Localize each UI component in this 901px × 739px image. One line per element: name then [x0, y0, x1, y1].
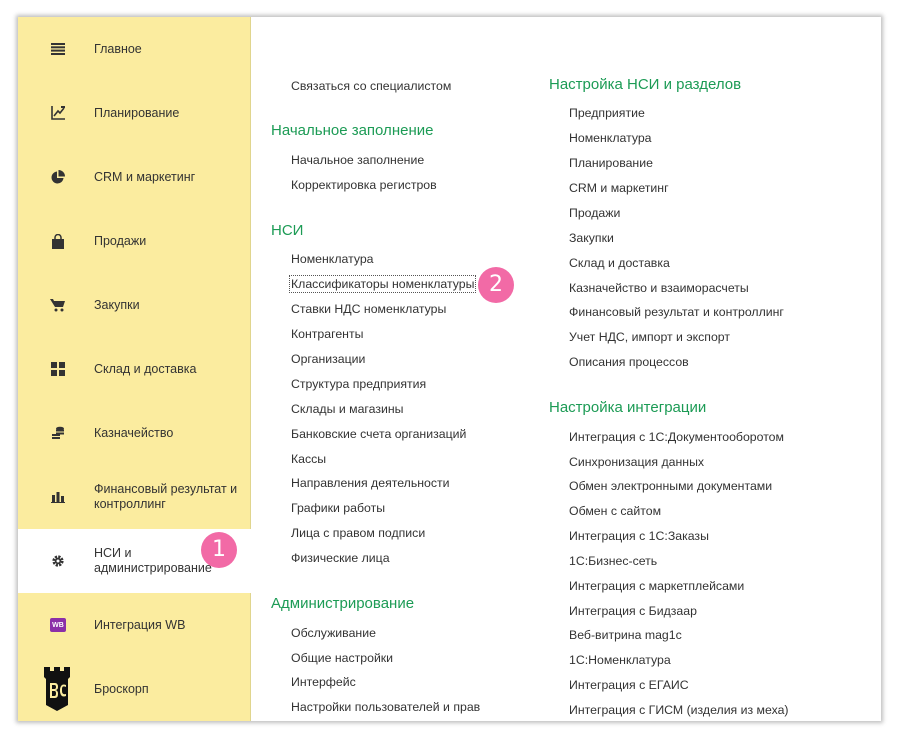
planning-chart-icon: [50, 105, 66, 121]
link-item[interactable]: Интеграция с 1С:Документооборотом: [569, 430, 784, 444]
link-item[interactable]: Направления деятельности: [291, 476, 450, 490]
sidebar-item-broscorp[interactable]: Броскорп: [18, 657, 250, 721]
link-item[interactable]: Казначейство и взаиморасчеты: [569, 281, 749, 295]
link-item[interactable]: Интеграция с ГИСМ (изделия из меха): [569, 703, 789, 717]
wb-logo-text: WB: [52, 621, 64, 629]
link-item[interactable]: Общие настройки: [291, 651, 393, 665]
link-item[interactable]: Обмен с сайтом: [569, 504, 661, 518]
link-item[interactable]: Корректировка регистров: [291, 178, 437, 192]
sidebar-item-warehouse[interactable]: Склад и доставка: [18, 337, 250, 401]
sidebar-item-label: CRM и маркетинг: [94, 169, 196, 184]
sidebar-item-label: Броскорп: [94, 681, 149, 696]
link-item[interactable]: Банковские счета организаций: [291, 427, 466, 441]
sidebar-item-label: Главное: [94, 41, 142, 56]
link-item[interactable]: Закупки: [569, 231, 614, 245]
menu-lines-icon: [50, 41, 66, 57]
link-item[interactable]: Организации: [291, 352, 365, 366]
section-title-nsi: НСИ: [271, 222, 304, 239]
main-content: Связаться со специалистом Начальное запо…: [251, 17, 881, 721]
shopping-bag-icon: [50, 233, 66, 249]
link-item[interactable]: Номенклатура: [291, 252, 374, 266]
link-item[interactable]: Продажи: [569, 206, 620, 220]
sidebar: Главное Планирование CRM и маркетинг Про…: [18, 17, 252, 721]
link-item[interactable]: Номенклатура: [569, 131, 652, 145]
section-title-initial-fill: Начальное заполнение: [271, 122, 434, 139]
sidebar-item-integration-wb[interactable]: WB Интеграция WB: [18, 593, 250, 657]
sidebar-item-sales[interactable]: Продажи: [18, 209, 250, 273]
link-item[interactable]: Описания процессов: [569, 355, 689, 369]
sidebar-item-label: Интеграция WB: [94, 617, 186, 632]
link-item[interactable]: Склады и магазины: [291, 402, 403, 416]
link-item[interactable]: Кассы: [291, 452, 326, 466]
link-item[interactable]: Синхронизация данных: [569, 455, 704, 469]
link-item[interactable]: Планирование: [569, 156, 653, 170]
link-item[interactable]: Физические лица: [291, 551, 390, 565]
wb-logo-icon: WB: [50, 618, 66, 632]
link-item[interactable]: Лица с правом подписи: [291, 526, 425, 540]
cart-icon: [50, 297, 66, 313]
link-item[interactable]: CRM и маркетинг: [569, 181, 669, 195]
link-item[interactable]: Обслуживание: [291, 626, 376, 640]
step-badge-1: 1: [201, 532, 237, 568]
sidebar-item-treasury[interactable]: Казначейство: [18, 401, 250, 465]
warehouse-grid-icon: [50, 361, 66, 377]
bar-chart-icon: [50, 489, 66, 505]
link-item[interactable]: Настройки пользователей и прав: [291, 700, 480, 714]
sidebar-item-label: Казначейство: [94, 425, 174, 440]
sidebar-item-financial-result[interactable]: Финансовый результат и контроллинг: [18, 465, 250, 529]
pie-chart-icon: [50, 169, 66, 185]
sidebar-item-label: Закупки: [94, 297, 140, 312]
link-item[interactable]: Веб-витрина mag1c: [569, 628, 682, 642]
section-title-integration-settings: Настройка интеграции: [549, 399, 707, 416]
link-item[interactable]: Графики работы: [291, 501, 385, 515]
link-item[interactable]: Структура предприятия: [291, 377, 426, 391]
link-item[interactable]: Интеграция с ЕГАИС: [569, 678, 689, 692]
coins-icon: [50, 425, 66, 441]
link-item[interactable]: Обмен электронными документами: [569, 479, 772, 493]
sidebar-item-main[interactable]: Главное: [18, 17, 250, 81]
sidebar-item-label: Склад и доставка: [94, 361, 197, 376]
link-item[interactable]: 1С:Номенклатура: [569, 653, 671, 667]
link-contact-specialist[interactable]: Связаться со специалистом: [291, 79, 451, 93]
sidebar-item-label: Продажи: [94, 233, 147, 248]
link-item[interactable]: Интеграция с 1С:Заказы: [569, 529, 709, 543]
link-item-classifiers[interactable]: Классификаторы номенклатуры: [288, 275, 477, 293]
link-item[interactable]: Начальное заполнение: [291, 153, 424, 167]
sidebar-item-crm[interactable]: CRM и маркетинг: [18, 145, 250, 209]
sidebar-item-label: Планирование: [94, 105, 180, 120]
link-item[interactable]: Интеграция с Бидзаар: [569, 604, 697, 618]
step-badge-2: 2: [478, 267, 514, 303]
link-item[interactable]: Интерфейс: [291, 675, 356, 689]
link-item[interactable]: 1С:Бизнес-сеть: [569, 554, 657, 568]
link-item[interactable]: Учет НДС, импорт и экспорт: [569, 330, 730, 344]
sidebar-item-planning[interactable]: Планирование: [18, 81, 250, 145]
link-item[interactable]: Контрагенты: [291, 327, 363, 341]
gear-icon: [50, 553, 66, 569]
section-title-nsi-settings: Настройка НСИ и разделов: [549, 76, 742, 93]
link-item[interactable]: Склад и доставка: [569, 256, 670, 270]
sidebar-item-label: НСИ и администрирование: [94, 546, 212, 575]
app-window: Главное Планирование CRM и маркетинг Про…: [18, 17, 881, 721]
link-item[interactable]: Интеграция с маркетплейсами: [569, 579, 744, 593]
sidebar-item-label: Финансовый результат и контроллинг: [94, 482, 238, 511]
link-item[interactable]: Ставки НДС номенклатуры: [291, 302, 446, 316]
link-item[interactable]: Предприятие: [569, 106, 645, 120]
section-title-administration: Администрирование: [271, 595, 415, 612]
sidebar-item-purchases[interactable]: Закупки: [18, 273, 250, 337]
link-item[interactable]: Финансовый результат и контроллинг: [569, 305, 784, 319]
broscorp-logo-icon: [42, 667, 72, 711]
